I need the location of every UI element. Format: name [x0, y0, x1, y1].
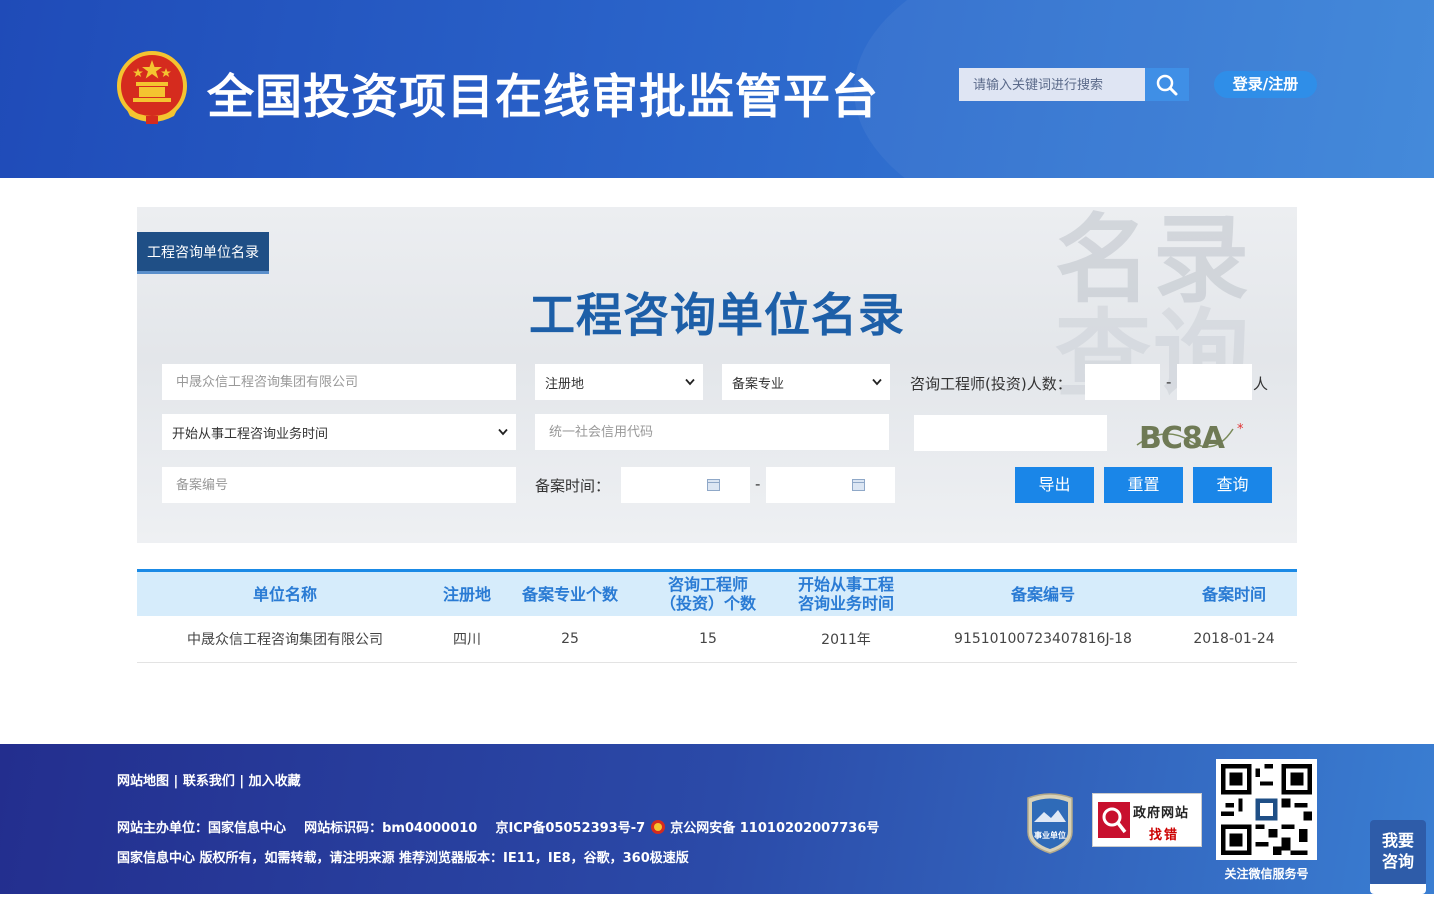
gov-badge-subtitle: 找错	[1149, 828, 1180, 843]
engineer-count-max-input[interactable]	[1177, 364, 1252, 400]
chevron-down-icon	[872, 378, 882, 386]
footer-line-1: 网站主办单位：国家信息中心 网站标识码：bm04000010 京ICP备0505…	[117, 817, 879, 836]
site-header: 全国投资项目在线审批监管平台 登录/注册	[0, 0, 1434, 178]
public-institution-text: 事业单位	[1034, 830, 1066, 840]
col-header-region: 注册地	[442, 584, 491, 604]
footer-link-sitemap[interactable]: 网站地图	[117, 774, 169, 789]
footer-link-separator: |	[239, 774, 245, 789]
col-header-engineer-count: 咨询工程师 （投资）个数	[639, 575, 777, 613]
credit-code-input[interactable]	[535, 414, 889, 450]
consult-line-2: 咨询	[1381, 852, 1414, 871]
col-header-engineer-line2: （投资）个数	[659, 594, 756, 613]
police-badge-icon	[650, 820, 665, 834]
cell-record-time: 2018-01-24	[1193, 631, 1275, 647]
footer-site-id: 网站标识码：bm04000010	[304, 821, 478, 836]
captcha-text: BC8A	[1139, 421, 1226, 456]
gov-site-error-badge[interactable]: 政府网站 找错	[1092, 793, 1202, 847]
chevron-down-icon	[498, 428, 508, 436]
cell-engineer-count: 15	[699, 631, 717, 647]
search-button[interactable]	[1145, 68, 1189, 101]
panel-tab[interactable]: 工程咨询单位名录	[137, 232, 269, 274]
engineer-count-label: 咨询工程师(投资)人数：	[910, 375, 1072, 393]
start-time-select[interactable]: 开始从事工程咨询业务时间	[162, 414, 516, 450]
footer-link-separator: |	[173, 774, 179, 789]
col-header-record-time: 备案时间	[1201, 584, 1266, 604]
site-title: 全国投资项目在线审批监管平台	[207, 70, 879, 125]
consult-line-1: 我要	[1381, 831, 1414, 850]
col-header-specialty-count: 备案专业个数	[521, 584, 618, 604]
search-icon	[1156, 74, 1178, 95]
record-time-label: 备案时间：	[535, 477, 611, 495]
footer-link-favorite[interactable]: 加入收藏	[249, 774, 301, 789]
region-select-value: 注册地	[545, 376, 585, 392]
export-button[interactable]: 导出	[1015, 467, 1094, 503]
calendar-icon	[707, 479, 720, 491]
region-select[interactable]: 注册地	[535, 364, 703, 400]
qr-caption: 关注微信服务号	[1224, 867, 1309, 881]
col-header-start-time: 开始从事工程 咨询业务时间	[777, 575, 915, 613]
qr-code-icon	[1221, 764, 1312, 855]
record-number-input[interactable]	[162, 467, 516, 503]
magnifier-icon	[1098, 802, 1130, 838]
gov-badge-title: 政府网站	[1133, 806, 1190, 821]
search-input[interactable]	[959, 68, 1145, 101]
wechat-qr-code	[1216, 759, 1317, 860]
cell-name[interactable]: 中晟众信工程咨询集团有限公司	[137, 629, 433, 649]
specialty-select-value: 备案专业	[732, 376, 785, 392]
footer-police-record[interactable]: 京公网安备 11010202007736号	[670, 821, 879, 836]
col-header-engineer-line1: 咨询工程师	[667, 575, 748, 594]
company-name-input[interactable]	[162, 364, 516, 400]
captcha-input[interactable]	[914, 415, 1107, 451]
record-time-end-input[interactable]	[766, 467, 895, 503]
public-institution-badge[interactable]: 事业单位	[1024, 792, 1076, 854]
reset-button[interactable]: 重置	[1104, 467, 1183, 503]
cell-start-year: 2011年	[821, 632, 871, 648]
national-emblem-icon	[117, 51, 187, 124]
col-header-record-no: 备案编号	[1010, 584, 1075, 604]
required-mark: *	[1237, 422, 1244, 437]
results-table: 单位名称 注册地 备案专业个数 咨询工程师 （投资）个数 开始从事工程 咨询业务…	[137, 569, 1297, 663]
date-range-separator: -	[755, 475, 761, 493]
captcha-image[interactable]: BC8A	[1135, 415, 1235, 457]
panel-title: 工程咨询单位名录	[529, 288, 905, 342]
footer-links: 网站地图 | 联系我们 | 加入收藏	[117, 770, 301, 789]
login-register-button[interactable]: 登录/注册	[1214, 71, 1317, 98]
specialty-select[interactable]: 备案专业	[722, 364, 890, 400]
query-button[interactable]: 查询	[1193, 467, 1272, 503]
start-time-select-value: 开始从事工程咨询业务时间	[172, 426, 329, 442]
range-separator: -	[1166, 373, 1172, 391]
table-header: 单位名称 注册地 备案专业个数 咨询工程师 （投资）个数 开始从事工程 咨询业务…	[137, 569, 1297, 616]
footer-link-contact[interactable]: 联系我们	[183, 774, 235, 789]
col-header-start-line1: 开始从事工程	[797, 575, 894, 594]
footer-sponsor: 网站主办单位：国家信息中心	[117, 821, 287, 836]
table-row[interactable]: 中晟众信工程咨询集团有限公司 四川 25 15 2011年 9151010072…	[137, 616, 1297, 663]
col-header-start-line2: 咨询业务时间	[797, 594, 894, 613]
col-header-name: 单位名称	[252, 584, 317, 604]
consult-button[interactable]: 我要 咨询	[1370, 820, 1426, 886]
record-time-start-input[interactable]	[621, 467, 750, 503]
footer-line-2: 国家信息中心 版权所有，如需转载，请注明来源 推荐浏览器版本：IE11，IE8，…	[117, 851, 689, 866]
chevron-down-icon	[685, 378, 695, 386]
cell-specialty-count: 25	[561, 631, 579, 647]
site-footer: 网站地图 | 联系我们 | 加入收藏 网站主办单位：国家信息中心 网站标识码：b…	[0, 744, 1434, 894]
engineer-count-min-input[interactable]	[1085, 364, 1160, 400]
cell-record-no: 91510100723407816J-18	[954, 631, 1132, 647]
query-panel: 名录 查询 工程咨询单位名录 工程咨询单位名录 注册地 备案专业 咨询工程师(投…	[137, 207, 1297, 543]
calendar-icon	[852, 479, 865, 491]
footer-icp[interactable]: 京ICP备05052393号-7	[495, 821, 645, 836]
consult-button-tail	[1370, 884, 1426, 894]
person-unit: 人	[1253, 375, 1269, 393]
cell-region: 四川	[453, 632, 481, 648]
